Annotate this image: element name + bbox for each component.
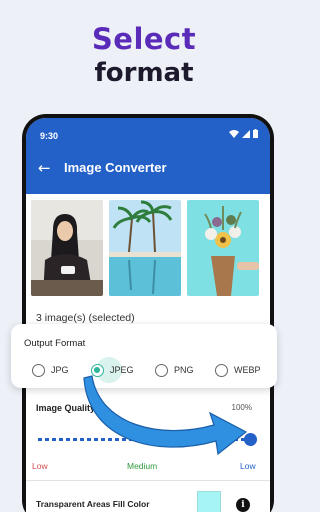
format-option-webp[interactable]: WEBP: [215, 363, 261, 377]
radio-png[interactable]: [155, 363, 168, 377]
image-quality-label: Image Quality: [36, 403, 96, 413]
section-divider: [26, 480, 270, 481]
image-quality-value: 100%: [231, 403, 252, 412]
format-label-jpeg: JPEG: [110, 365, 134, 375]
image-thumbnails: [31, 200, 259, 296]
status-icons: [229, 129, 258, 138]
thumbnail-woman[interactable]: [31, 200, 103, 296]
fill-color-swatch[interactable]: [197, 491, 221, 512]
headline-line-1: Select: [91, 22, 197, 56]
status-time: 9:30: [40, 131, 59, 141]
format-option-png[interactable]: PNG: [155, 363, 194, 377]
quality-slider-thumb[interactable]: [244, 433, 257, 446]
radio-jpeg[interactable]: [91, 363, 104, 377]
promo-headline: Select format: [0, 22, 288, 90]
thumbnail-palms[interactable]: [109, 200, 181, 296]
back-arrow-icon[interactable]: ←: [38, 159, 51, 177]
thumbnail-bouquet[interactable]: [187, 200, 259, 296]
format-label-webp: WEBP: [234, 365, 261, 375]
quality-level-low: Low: [32, 461, 48, 471]
signal-icon: [242, 129, 250, 138]
wifi-icon: [229, 129, 239, 138]
quality-level-medium: Medium: [127, 461, 158, 471]
phone-frame: 9:30 ← Image Converter 3 image(s) (selec…: [22, 114, 274, 512]
status-bar: 9:30: [26, 118, 270, 148]
fill-color-label: Transparent Areas Fill Color: [36, 499, 150, 509]
radio-jpg[interactable]: [32, 363, 45, 377]
quality-level-high: Low: [240, 461, 256, 471]
format-option-jpeg[interactable]: JPEG: [91, 363, 134, 377]
app-screen: 9:30 ← Image Converter 3 image(s) (selec…: [26, 118, 270, 512]
toolbar-title: Image Converter: [64, 160, 167, 175]
battery-icon: [253, 129, 258, 138]
selected-count: 3 image(s) (selected): [36, 312, 135, 324]
headline-line-2: format: [94, 58, 194, 88]
quality-slider-track[interactable]: [38, 438, 250, 441]
toolbar: ← Image Converter: [26, 148, 270, 192]
format-label-jpg: JPG: [51, 365, 69, 375]
format-label-png: PNG: [174, 365, 194, 375]
format-option-jpg[interactable]: JPG: [32, 363, 69, 377]
app-bar: 9:30 ← Image Converter: [26, 118, 270, 194]
info-icon[interactable]: i: [236, 498, 250, 512]
radio-webp[interactable]: [215, 363, 228, 377]
output-format-card: Output Format JPG JPEG PNG WEBP: [11, 324, 277, 388]
output-format-title: Output Format: [24, 338, 86, 349]
